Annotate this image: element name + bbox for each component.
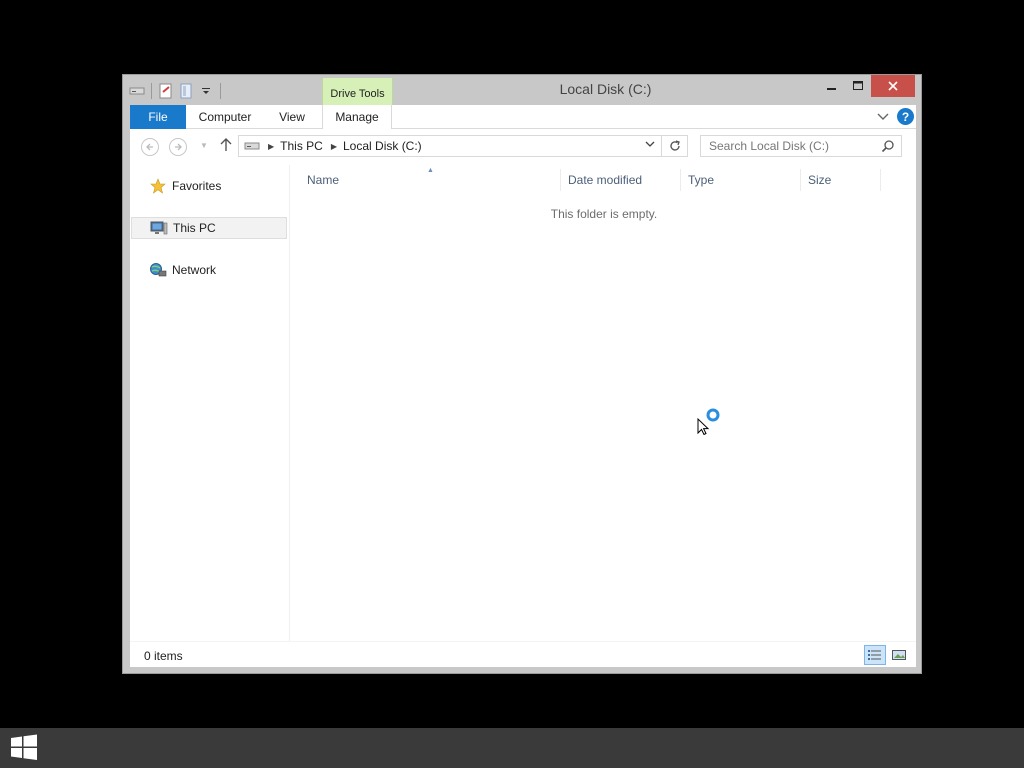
breadcrumb-separator-icon[interactable]: ▶ <box>268 142 274 151</box>
search-icon[interactable] <box>881 139 895 153</box>
nav-item-favorites[interactable]: Favorites <box>131 175 287 197</box>
nav-item-label: This PC <box>173 221 216 235</box>
minimize-button[interactable] <box>819 75 845 97</box>
breadcrumb-this-pc[interactable]: This PC <box>280 139 323 153</box>
ribbon-tab-bar: File Computer View Manage ? <box>130 105 916 129</box>
details-view-button[interactable] <box>864 645 886 665</box>
empty-folder-message: This folder is empty. <box>550 207 658 221</box>
search-box[interactable] <box>700 135 902 157</box>
drive-icon[interactable] <box>129 83 145 99</box>
column-header-size[interactable]: Size <box>808 173 831 187</box>
busy-cursor-icon <box>697 405 721 438</box>
close-icon <box>888 81 898 91</box>
tab-computer[interactable]: Computer <box>190 105 260 129</box>
minimize-icon <box>827 88 836 90</box>
file-list-pane[interactable]: ▲ Name Date modified Type Size This fold… <box>292 165 916 641</box>
network-icon <box>149 262 167 278</box>
title-bar[interactable]: Drive Tools Local Disk (C:) <box>123 75 921 106</box>
window-title: Local Disk (C:) <box>559 81 652 97</box>
navigation-bar: ▼ ▶ This PC ▶ Local Disk (C:) <box>130 129 916 165</box>
window-controls <box>819 75 915 97</box>
refresh-icon <box>669 140 680 151</box>
maximize-button[interactable] <box>845 75 871 97</box>
new-folder-icon[interactable] <box>178 83 194 99</box>
drive-icon <box>244 142 260 150</box>
column-header-type[interactable]: Type <box>688 173 714 187</box>
explorer-window: Drive Tools Local Disk (C:) File Compute… <box>122 74 922 674</box>
start-button[interactable] <box>10 734 40 762</box>
large-icons-view-button[interactable] <box>888 645 910 665</box>
back-arrow-icon <box>146 143 153 151</box>
close-button[interactable] <box>871 75 915 97</box>
nav-item-this-pc[interactable]: This PC <box>131 217 287 239</box>
drive-tools-contextual-tab-group: Drive Tools <box>322 78 393 106</box>
qat-separator <box>220 83 221 99</box>
forward-button[interactable] <box>169 138 187 156</box>
expand-ribbon-icon[interactable] <box>877 110 889 124</box>
refresh-button[interactable] <box>661 136 687 156</box>
content-area: Favorites This PC Network ▲ Name Date mo <box>130 165 916 641</box>
column-divider[interactable] <box>800 169 801 191</box>
qat-separator <box>151 83 152 99</box>
back-button[interactable] <box>141 138 159 156</box>
column-divider[interactable] <box>560 169 561 191</box>
column-divider[interactable] <box>680 169 681 191</box>
star-icon <box>149 178 167 194</box>
nav-item-label: Network <box>172 263 217 277</box>
tab-file[interactable]: File <box>130 105 186 129</box>
tab-manage[interactable]: Manage <box>322 105 392 129</box>
tab-view[interactable]: View <box>268 105 316 129</box>
column-header-name[interactable]: Name <box>307 173 339 187</box>
ribbon-right-controls: ? <box>877 108 914 125</box>
breadcrumb-separator-icon[interactable]: ▶ <box>331 142 337 151</box>
address-bar[interactable]: ▶ This PC ▶ Local Disk (C:) <box>238 135 688 157</box>
search-input[interactable] <box>701 136 871 156</box>
maximize-icon <box>853 81 863 90</box>
computer-icon <box>150 220 168 236</box>
item-count: 0 items <box>144 649 183 663</box>
customize-qat-dropdown-icon[interactable] <box>198 83 214 99</box>
nav-item-network[interactable]: Network <box>131 259 287 281</box>
windows-logo-icon <box>11 734 37 760</box>
help-icon[interactable]: ? <box>897 108 914 125</box>
up-button[interactable] <box>220 138 232 155</box>
column-headers: ▲ Name Date modified Type Size <box>292 167 916 191</box>
view-toggle-buttons <box>864 645 910 665</box>
nav-item-label: Favorites <box>172 179 222 193</box>
large-icons-view-icon <box>892 650 906 660</box>
forward-arrow-icon <box>175 143 182 151</box>
recent-locations-dropdown-icon[interactable]: ▼ <box>200 141 208 150</box>
column-divider[interactable] <box>880 169 881 191</box>
address-history-dropdown-icon[interactable] <box>645 140 655 150</box>
breadcrumb-local-disk[interactable]: Local Disk (C:) <box>343 139 422 153</box>
status-bar: 0 items <box>130 641 916 667</box>
column-header-date-modified[interactable]: Date modified <box>568 173 642 187</box>
sort-ascending-icon: ▲ <box>427 167 434 174</box>
properties-icon[interactable] <box>158 83 174 99</box>
details-view-icon <box>868 650 881 660</box>
quick-access-toolbar <box>129 81 223 101</box>
navigation-pane[interactable]: Favorites This PC Network <box>130 165 290 641</box>
taskbar <box>0 728 1024 768</box>
up-arrow-icon <box>220 138 232 151</box>
